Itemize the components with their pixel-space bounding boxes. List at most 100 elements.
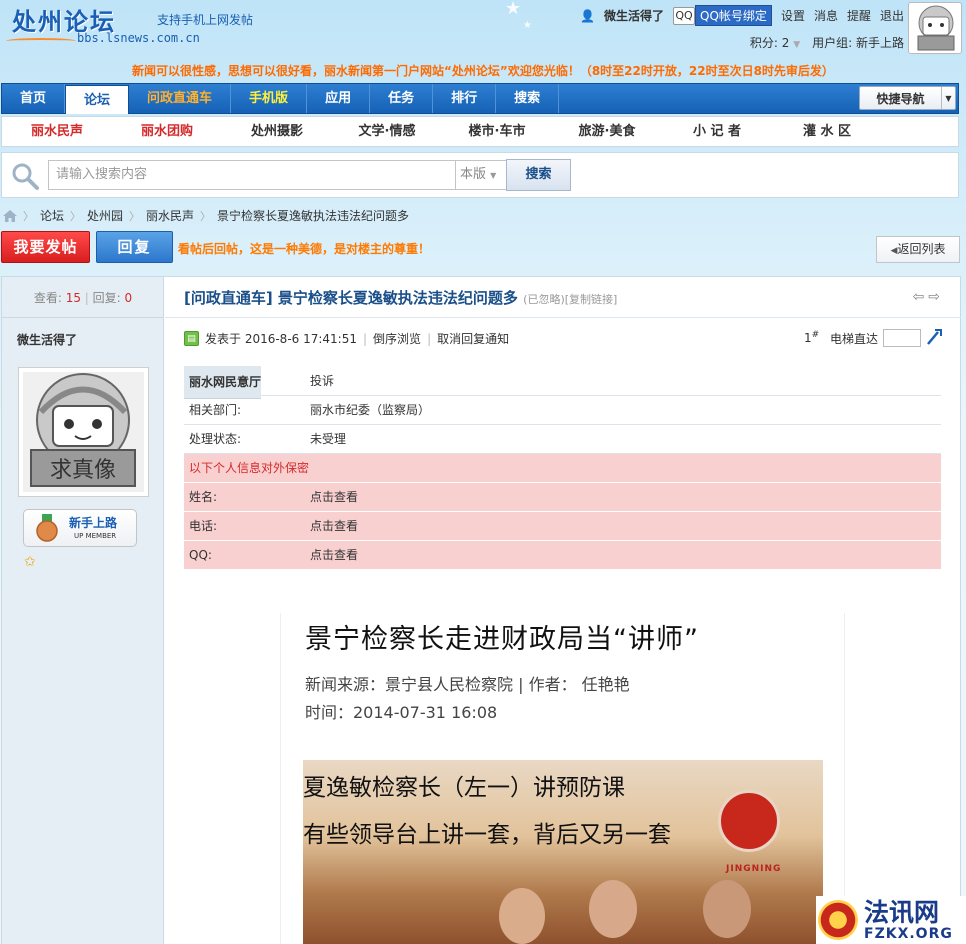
row-key: QQ: (184, 540, 305, 570)
copy-link[interactable]: [复制链接] (565, 293, 618, 306)
breadcrumb-forum[interactable]: 论坛 (40, 207, 64, 224)
row-key: 处理状态: (184, 424, 305, 454)
search-icon (12, 163, 39, 190)
article-title: 景宁检察长走进财政局当“讲师” (305, 624, 699, 655)
procuratorate-emblem-icon (718, 790, 780, 852)
search-scope-value: 本版 (460, 167, 487, 182)
messages-link[interactable]: 消息 (814, 7, 838, 24)
divider (2, 317, 164, 318)
online-status-icon: ▤ (184, 331, 199, 346)
row-value: 未受理 (305, 424, 941, 454)
qq-penguin-icon: QQ (673, 6, 696, 25)
cancel-notify-link[interactable]: 取消回复通知 (437, 330, 509, 347)
table-row: 相关部门: 丽水市纪委（监察局） (184, 395, 941, 425)
author-avatar[interactable]: 求真像 (18, 367, 149, 497)
nav-forum[interactable]: 论坛 (65, 85, 130, 114)
nav-wenzheng[interactable]: 问政直通车 (129, 84, 232, 113)
nav-mobile[interactable]: 手机版 (231, 84, 308, 113)
search-input[interactable]: 请输入搜索内容 (48, 160, 456, 190)
prev-thread-icon[interactable]: ⇦ (913, 289, 929, 305)
logo-swoosh (6, 38, 76, 44)
floor-jump-input[interactable] (883, 329, 921, 347)
subnav-property-auto[interactable]: 楼市·车市 (442, 117, 552, 146)
search-scope-select[interactable]: 本版 ▼ (455, 160, 507, 190)
site-url: bbs.lsnews.com.cn (77, 31, 200, 45)
reminders-link[interactable]: 提醒 (847, 7, 871, 24)
qq-bind-button[interactable]: QQ QQ帐号绑定 (673, 5, 772, 26)
settings-link[interactable]: 设置 (781, 7, 805, 24)
subnav-lishui-minsheng[interactable]: 丽水民声 (2, 117, 112, 146)
table-header-row: 丽水网民意厅 (184, 366, 262, 399)
nav-apps[interactable]: 应用 (307, 84, 371, 113)
chevron-down-icon: ▼ (941, 87, 955, 109)
table-row: QQ: 点击查看 (184, 540, 941, 570)
rank-subtitle: UP MEMBER (74, 532, 117, 540)
new-post-button[interactable]: 我要发帖 (1, 231, 90, 263)
row-value: 丽水市纪委（监察局） (305, 395, 941, 425)
breadcrumb-chuzhou-yuan[interactable]: 处州园 (87, 207, 123, 224)
user-group-link[interactable]: 用户组: 新手上路 (812, 34, 904, 51)
private-header: 以下个人信息对外保密 (184, 453, 941, 483)
click-to-view-link[interactable]: 点击查看 (305, 540, 941, 570)
chevron-right-icon: 〉 (23, 209, 34, 223)
main-nav: 首页 论坛 问政直通车 手机版 应用 任务 排行 搜索 (1, 83, 959, 114)
floor-number[interactable]: 1# (804, 330, 819, 345)
avatar-cartoon-icon (917, 5, 955, 51)
nav-tasks[interactable]: 任务 (370, 84, 434, 113)
nav-home[interactable]: 首页 (2, 84, 66, 113)
click-to-view-link[interactable]: 点击查看 (305, 482, 941, 512)
chevron-right-icon: 〉 (70, 209, 82, 223)
nav-ranking[interactable]: 排行 (433, 84, 497, 113)
photo-caption-1: 夏逸敏检察长（左一）讲预防课 (303, 775, 625, 801)
rank-badge[interactable]: 新手上路 UP MEMBER (23, 509, 137, 547)
avatar-cartoon-icon: 求真像 (23, 372, 144, 492)
private-header-row: 以下个人信息对外保密 (184, 453, 941, 483)
subnav-photography[interactable]: 处州摄影 (222, 117, 332, 146)
search-button[interactable]: 搜索 (506, 159, 571, 191)
nav-search[interactable]: 搜索 (496, 84, 560, 113)
search-bar: 请输入搜索内容 本版 ▼ 搜索 (1, 152, 959, 198)
subnav-travel-food[interactable]: 旅游·美食 (552, 117, 662, 146)
back-to-list-button[interactable]: ◀返回列表 (876, 236, 960, 263)
post-title-text: [问政直通车] 景宁检察长夏逸敏执法违法纪问题多 (184, 289, 518, 307)
embedded-article-image[interactable]: 景宁检察长走进财政局当“讲师” 新闻来源：景宁县人民检察院 | 作者： 任艳艳 … (280, 613, 845, 944)
points-menu[interactable]: 积分: 2 ▼ (750, 34, 800, 51)
watermark-cn: 法讯网 (864, 897, 940, 927)
avatar-caption: 求真像 (50, 458, 116, 483)
watermark-logo: 法讯网 FZKX.ORG (816, 896, 966, 944)
chevron-right-icon: 〉 (200, 209, 212, 223)
subnav-lishui-tuangou[interactable]: 丽水团购 (112, 117, 222, 146)
table-row: 电话: 点击查看 (184, 511, 941, 541)
author-name-link[interactable]: 微生活得了 (17, 331, 77, 348)
breadcrumb-current-thread[interactable]: 景宁检察长夏逸敏执法违法纪问题多 (217, 207, 409, 224)
reverse-order-link[interactable]: 倒序浏览 (373, 330, 421, 347)
user-avatar[interactable] (908, 2, 962, 54)
national-emblem-icon (818, 900, 858, 940)
views-count: 15 (65, 291, 81, 305)
emblem-text: JINGNING (726, 864, 782, 874)
row-value: 投诉 (305, 366, 941, 396)
home-icon[interactable] (3, 209, 17, 222)
divider (165, 317, 961, 318)
subnav-reporter[interactable]: 小 记 者 (662, 117, 772, 146)
sub-nav: 丽水民声 丽水团购 处州摄影 文学·情感 楼市·车市 旅游·美食 小 记 者 灌… (1, 116, 959, 147)
logout-link[interactable]: 退出 (880, 7, 904, 24)
breadcrumb-lishui-minsheng[interactable]: 丽水民声 (146, 207, 194, 224)
person-head (703, 880, 751, 938)
ignored-flag: (已忽略) (523, 293, 565, 306)
decor-star-icon: ★ (523, 20, 532, 31)
post-date: 发表于 2016-8-6 17:41:51 (205, 332, 357, 346)
floor-jump-label: 电梯直达 (830, 332, 879, 346)
reply-tip: 看帖后回帖，这是一种美德，是对楼主的尊重！ (178, 242, 431, 256)
next-thread-icon[interactable]: ⇨ (928, 289, 944, 305)
quick-nav-button[interactable]: 快捷导航 ▼ (859, 86, 956, 110)
jump-go-icon[interactable] (926, 328, 942, 346)
user-stats: 积分: 2 ▼ 用户组: 新手上路 (750, 34, 904, 51)
reply-button[interactable]: 回复 (96, 231, 173, 263)
click-to-view-link[interactable]: 点击查看 (305, 511, 941, 541)
logo-slogan: 支持手机上网发帖 (157, 13, 254, 27)
subnav-literature[interactable]: 文学·情感 (332, 117, 442, 146)
username-link[interactable]: 微生活得了 (604, 7, 664, 24)
subnav-water[interactable]: 灌 水 区 (772, 117, 882, 146)
post-meta: ▤ 发表于 2016-8-6 17:41:51 | 倒序浏览 | 取消回复通知 (184, 330, 509, 347)
